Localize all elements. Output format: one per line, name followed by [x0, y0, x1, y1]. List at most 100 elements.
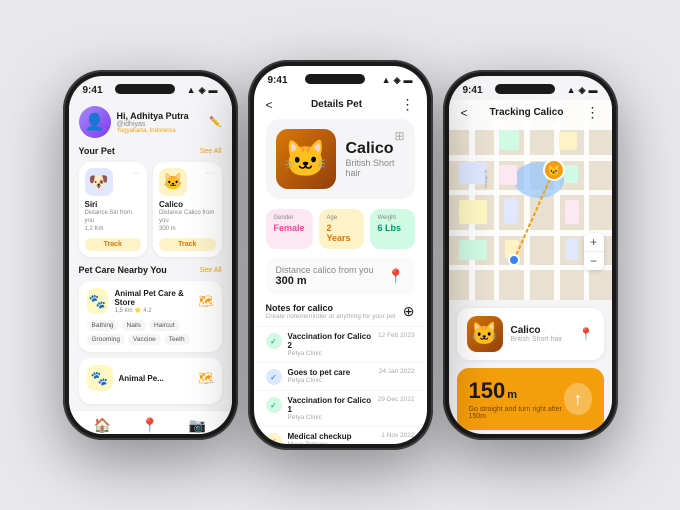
weight-stat: Weight 6 Lbs: [370, 209, 415, 249]
nav-distance-unit: m: [507, 389, 517, 401]
age-label: Age: [327, 215, 356, 221]
status-bar-2: 9:41 ▲ ◈ ▬: [254, 66, 427, 90]
nav-camera[interactable]: 📷: [189, 417, 206, 434]
tracking-pet-card: 🐱 Calico British Short hair 📍: [457, 308, 604, 360]
calico-name: Calico: [159, 200, 216, 209]
nav-home[interactable]: 🏠: [94, 417, 111, 434]
status-icons-1: ▲ ◈ ▬: [187, 85, 218, 96]
calico-menu-icon[interactable]: ⋯: [206, 168, 216, 179]
store-name-1: Animal Pet Care & Store: [114, 289, 192, 307]
pet-card-calico-header: 🐱 ⋯: [159, 168, 216, 196]
battery-icon: ▬: [208, 85, 217, 95]
store-row-1: 🐾 Animal Pet Care & Store 1,5 km ⭐ 4.2 🗺: [87, 288, 214, 314]
pet-card-siri-header: 🐶 ⋯: [85, 168, 142, 196]
home-content: 👤 Hi, Adhitya Putra @idhiyas Yogyakarta,…: [69, 100, 232, 410]
nav-map[interactable]: 📍: [141, 417, 158, 434]
distance-label: Distance calico from you: [276, 265, 374, 275]
note-title-3: Vaccination for Calico 1: [288, 396, 372, 414]
greeting-block: Hi, Adhitya Putra @idhiyas Yogyakarta, I…: [117, 111, 210, 134]
tracking-map: 🐱 SEVENTH AVENUE Orange Dr < Tracking Ca…: [449, 100, 612, 300]
note-title-2: Goes to pet care: [288, 368, 351, 377]
battery-icon-2: ▬: [403, 75, 412, 85]
nav-distance-value: 150: [469, 378, 506, 404]
add-note-button[interactable]: ⊕: [403, 303, 415, 320]
location-icon[interactable]: 📍: [387, 268, 404, 285]
nearby-card-2: 🐾 Animal Pe... 🗺: [79, 358, 222, 404]
details-more-button[interactable]: ⋮: [401, 96, 415, 113]
note-title-1: Vaccination for Calico 2: [288, 332, 372, 350]
tag-bathing[interactable]: Bathing: [87, 320, 119, 331]
store-map-icon-1[interactable]: 🗺: [198, 294, 213, 308]
note-dot-3: ✓: [266, 397, 282, 413]
signal-icon-3: ▲: [567, 85, 576, 95]
notes-title: Notes for calico: [266, 303, 396, 313]
tracking-loc-icon[interactable]: 📍: [579, 327, 594, 341]
signal-icon-2: ▲: [382, 75, 391, 85]
tracking-more-button[interactable]: ⋮: [586, 104, 600, 121]
note-content-1: Vaccination for Calico 2 Petya Clinic: [288, 332, 372, 357]
tracking-back-button[interactable]: <: [461, 106, 468, 120]
tag-nails[interactable]: Nails: [122, 320, 146, 331]
store-info-2: Animal Pe...: [119, 374, 164, 383]
tag-haircut[interactable]: Haircut: [149, 320, 180, 331]
tag-grooming[interactable]: Grooming: [87, 334, 126, 345]
note-item-2: ✓ Goes to pet care Petya Clinic 24 Jan 2…: [254, 362, 427, 390]
time-1: 9:41: [83, 85, 103, 96]
status-bar-3: 9:41 ▲ ◈ ▬: [449, 76, 612, 100]
tracking-pet-breed: British Short hair: [511, 336, 563, 343]
home-header: 👤 Hi, Adhitya Putra @idhiyas Yogyakarta,…: [79, 106, 222, 138]
dynamic-island-3: [495, 84, 555, 94]
note-content-4: Medical checkup Muya Petcare: [288, 432, 352, 444]
store-icon-1: 🐾: [87, 288, 109, 314]
status-icons-2: ▲ ◈ ▬: [382, 75, 413, 86]
pet-distance: Distance calico from you 300 m 📍: [266, 257, 415, 295]
pet-image: 🐱: [276, 129, 336, 189]
tracking-header: < Tracking Calico ⋮: [449, 100, 612, 125]
zoom-in-button[interactable]: +: [584, 233, 604, 251]
store-map-icon-2[interactable]: 🗺: [198, 371, 213, 385]
siri-track-button[interactable]: Track: [85, 238, 142, 251]
store-row-2: 🐾 Animal Pe... 🗺: [87, 365, 214, 391]
tag-teeth[interactable]: Teeth: [164, 334, 190, 345]
time-3: 9:41: [463, 85, 483, 96]
nav-distance-info: 150 m Go straight and turn right after 1…: [469, 378, 565, 420]
details-back-button[interactable]: <: [266, 98, 273, 112]
age-value: 2 Years: [327, 223, 356, 243]
calico-avatar: 🐱: [159, 168, 187, 196]
tracking-cat-thumb: 🐱: [467, 316, 503, 352]
dynamic-island-1: [115, 84, 175, 94]
age-stat: Age 2 Years: [319, 209, 364, 249]
store-info-1: Animal Pet Care & Store 1,5 km ⭐ 4.2: [114, 289, 192, 314]
tracking-pet-info: Calico British Short hair: [511, 325, 563, 343]
note-dot-1: ✓: [266, 333, 282, 349]
status-icons-3: ▲ ◈ ▬: [567, 85, 598, 96]
nearby-title: Pet Care Nearby You: [79, 265, 167, 275]
store-name-2: Animal Pe...: [119, 374, 164, 383]
note-item-4: ✓ Medical checkup Muya Petcare 1 Nov 202…: [254, 426, 427, 444]
svg-text:🐱: 🐱: [547, 165, 559, 177]
time-2: 9:41: [268, 75, 288, 86]
siri-name: Siri: [85, 200, 142, 209]
pet-see-all[interactable]: See All: [200, 148, 222, 155]
note-content-2: Goes to pet care Petya Clinic: [288, 368, 351, 384]
note-clinic-2: Petya Clinic: [288, 377, 351, 384]
store-tags-1: Bathing Nails Haircut Grooming Vaccine T…: [87, 320, 214, 345]
nav-direction-arrow: ↑: [564, 383, 591, 415]
pet-breed: British Short hair: [346, 158, 405, 178]
nearby-see-all[interactable]: See All: [200, 267, 222, 274]
note-dot-4: ✓: [266, 433, 282, 444]
map-svg: 🐱 SEVENTH AVENUE Orange Dr: [449, 100, 612, 300]
siri-menu-icon[interactable]: ⋯: [131, 168, 141, 179]
note-date-1: 12 Feb 2023: [378, 332, 415, 339]
gender-label: Gender: [274, 215, 305, 221]
tag-vaccine[interactable]: Vaccine: [128, 334, 161, 345]
pets-row: 🐶 ⋯ Siri Distance Siri from you1,2 Km Tr…: [79, 162, 222, 257]
distance-info: Distance calico from you 300 m: [276, 265, 374, 287]
nearby-card-1: 🐾 Animal Pet Care & Store 1,5 km ⭐ 4.2 🗺…: [79, 281, 222, 352]
qr-icon[interactable]: ⊞: [394, 129, 404, 143]
pet-card-siri: 🐶 ⋯ Siri Distance Siri from you1,2 Km Tr…: [79, 162, 148, 257]
zoom-out-button[interactable]: −: [584, 252, 604, 270]
calico-track-button[interactable]: Track: [159, 238, 216, 251]
greeting-text: Hi, Adhitya Putra: [117, 111, 210, 121]
edit-icon[interactable]: ✏️: [209, 117, 221, 128]
